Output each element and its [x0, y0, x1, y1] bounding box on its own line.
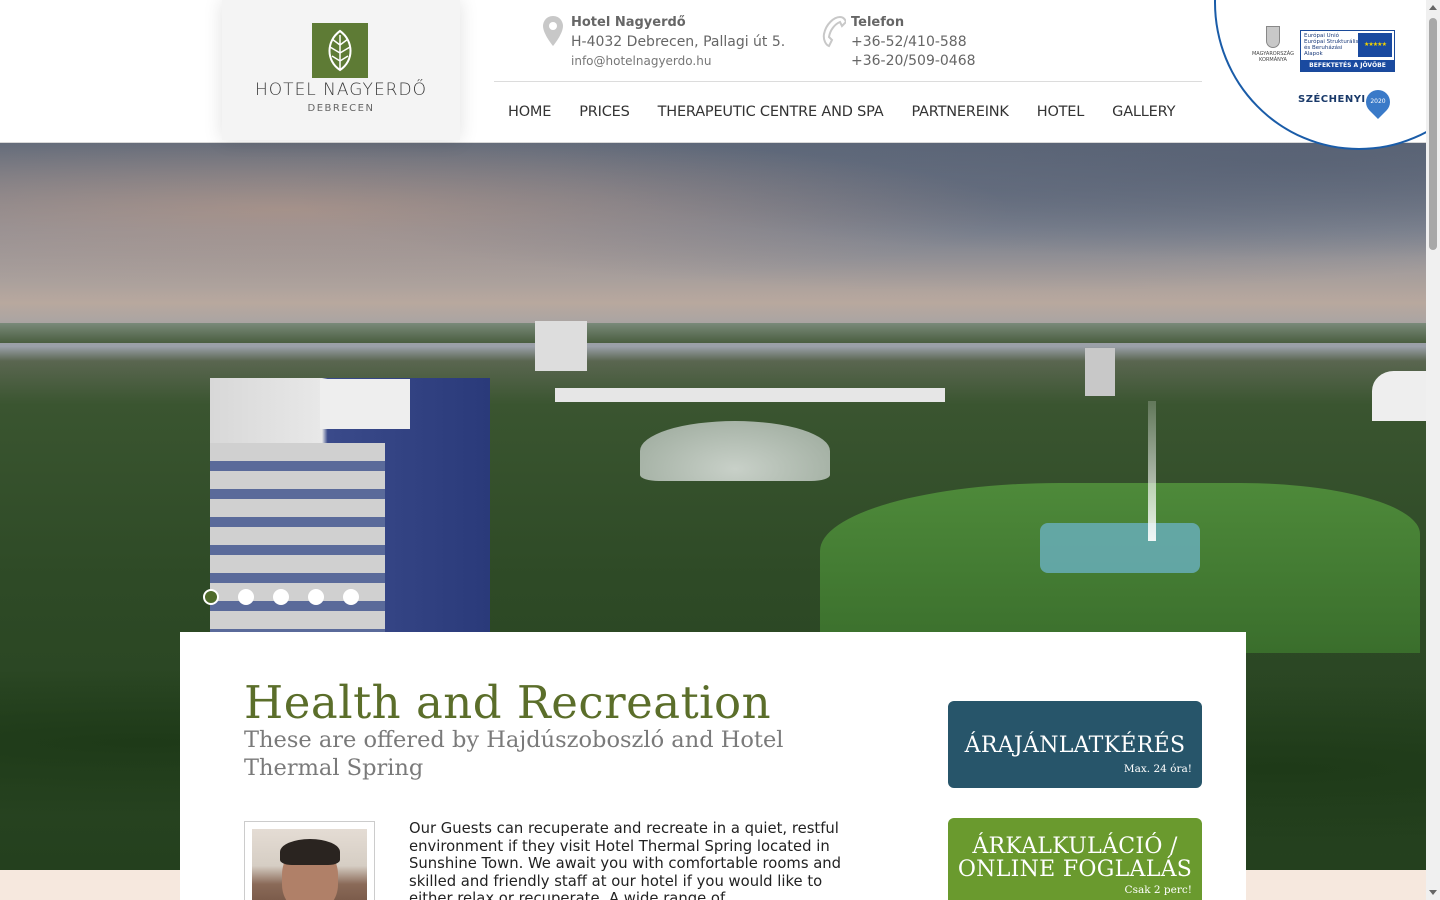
eu-funding-content[interactable]: MAGYARORSZÁG KORMÁNYA Európai Unió Európ…	[1240, 22, 1410, 132]
phone-number-1[interactable]: +36-52/410-588	[851, 33, 976, 51]
phone-number-2[interactable]: +36-20/509-0468	[851, 52, 976, 70]
slider-dot[interactable]	[308, 589, 324, 605]
szechenyi-label: SZÉCHENYI	[1298, 94, 1366, 105]
page-scrollbar[interactable]	[1426, 0, 1440, 900]
nav-hotel[interactable]: HOTEL	[1037, 104, 1085, 126]
request-quote-button[interactable]: ÁRAJÁNLATKÉRÉS Max. 24 óra!	[948, 701, 1202, 788]
slider-dot[interactable]	[203, 589, 219, 605]
leaf-logo-icon	[312, 23, 368, 78]
scrollbar-thumb[interactable]	[1429, 18, 1437, 250]
nav-divider	[494, 81, 1202, 82]
email-link[interactable]: info@hotelnagyerdo.hu	[571, 52, 785, 70]
hu-government-label: MAGYARORSZÁG KORMÁNYA	[1251, 51, 1295, 63]
main-nav: HOME PRICES THERAPEUTIC CENTRE AND SPA P…	[494, 104, 1189, 126]
eu-logo: Európai Unió Európai Strukturális és Ber…	[1300, 30, 1395, 72]
dome-building	[640, 421, 830, 481]
eu-slogan: BEFEKTETÉS A JÖVŐBE	[1301, 60, 1394, 71]
slider-dot[interactable]	[343, 589, 359, 605]
slider-dot[interactable]	[238, 589, 254, 605]
eu-fund-label: Európai Unió Európai Strukturális és Ber…	[1304, 33, 1359, 57]
phone-icon	[822, 15, 846, 48]
intro-text: Our Guests can recuperate and recreate i…	[409, 820, 842, 900]
page-title: Health and Recreation	[244, 676, 772, 729]
scroll-down-icon[interactable]	[1429, 890, 1437, 895]
szechenyi-year: 2020	[1370, 98, 1386, 105]
address-title: Hotel Nagyerdő	[571, 15, 686, 30]
online-booking-note: Csak 2 perc!	[1124, 884, 1192, 896]
eu-flag-icon: ★★★★★	[1358, 33, 1392, 57]
logo-name: HOTEL NAGYERDŐ	[255, 80, 427, 100]
nav-partners[interactable]: PARTNEREINK	[911, 104, 1008, 126]
map-pin-icon	[543, 16, 563, 46]
slider-dots	[203, 589, 378, 605]
logo[interactable]: HOTEL NAGYERDŐ DEBRECEN	[222, 0, 460, 140]
request-quote-label: ÁRAJÁNLATKÉRÉS	[964, 733, 1186, 758]
content-card: Health and Recreation These are offered …	[180, 632, 1246, 900]
nav-gallery[interactable]: GALLERY	[1112, 104, 1175, 126]
nav-therapeutic-centre[interactable]: THERAPEUTIC CENTRE AND SPA	[658, 104, 884, 126]
manager-photo	[244, 821, 375, 900]
phone-title: Telefon	[851, 15, 905, 30]
hungarian-crest-icon: MAGYARORSZÁG KORMÁNYA	[1248, 26, 1298, 76]
scroll-up-icon[interactable]	[1429, 5, 1437, 10]
fountain	[1148, 401, 1156, 541]
szechenyi-pin-icon: 2020	[1361, 85, 1395, 119]
nav-home[interactable]: HOME	[508, 104, 551, 126]
online-booking-label: ÁRKALKULÁCIÓ / ONLINE FOGLALÁS	[957, 834, 1193, 882]
slider-dot[interactable]	[273, 589, 289, 605]
logo-city: DEBRECEN	[307, 103, 375, 114]
page-subtitle: These are offered by Hajdúszoboszló and …	[244, 727, 784, 781]
online-booking-button[interactable]: ÁRKALKULÁCIÓ / ONLINE FOGLALÁS Csak 2 pe…	[948, 818, 1202, 900]
address-line: H-4032 Debrecen, Pallagi út 5.	[571, 34, 786, 50]
request-quote-note: Max. 24 óra!	[1123, 763, 1192, 775]
nav-prices[interactable]: PRICES	[579, 104, 630, 126]
